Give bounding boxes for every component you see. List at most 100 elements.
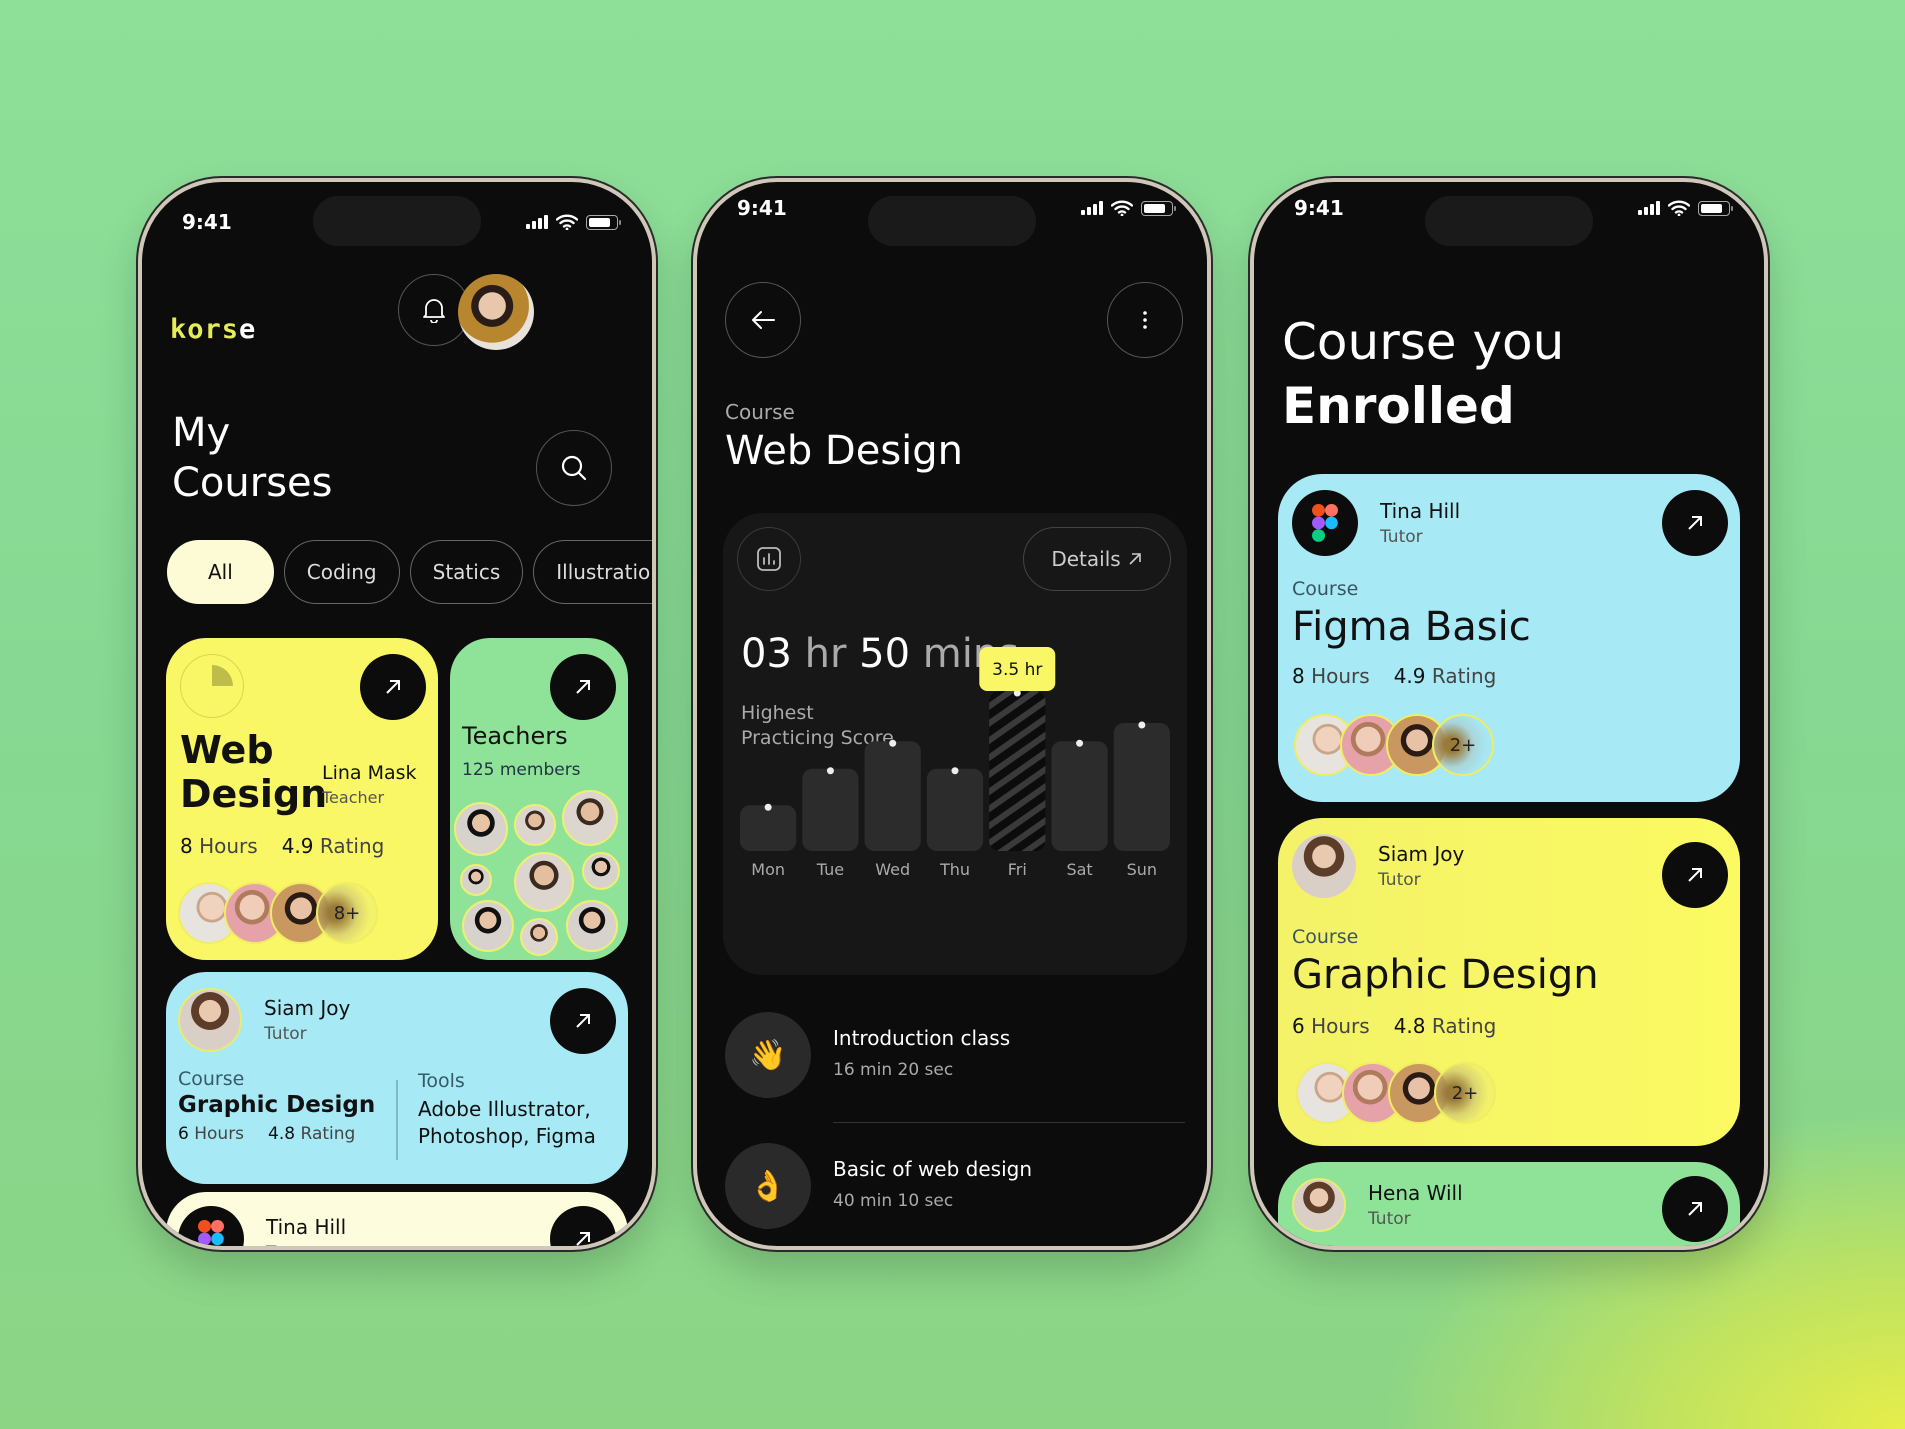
course-card-web-design[interactable]: Web Design Lina Mask Teacher 8 Hours 4.9 … xyxy=(166,638,438,960)
profile-avatar[interactable] xyxy=(458,274,534,350)
battery-icon xyxy=(1698,200,1733,216)
course-title: Web Design xyxy=(180,728,328,816)
bar-wed[interactable] xyxy=(864,741,921,851)
course-label: Course xyxy=(1292,578,1359,600)
x-tick-label: Sun xyxy=(1127,860,1157,879)
more-options-button[interactable] xyxy=(1107,282,1183,358)
search-button[interactable] xyxy=(536,430,612,506)
course-card-tina-hill[interactable]: Tina HillTutor xyxy=(166,1192,628,1246)
bar-marker-dot xyxy=(951,767,959,775)
bar-sat[interactable] xyxy=(1051,741,1108,851)
tutor-header: Hena Will Tutor xyxy=(1292,1178,1463,1232)
divider xyxy=(833,1122,1185,1123)
figma-logo-icon xyxy=(178,1206,244,1246)
bar-sun[interactable] xyxy=(1113,723,1170,851)
x-tick-label: Wed xyxy=(875,860,910,879)
status-bar: 9:41 xyxy=(182,210,621,234)
tutor-header: Tina HillTutor xyxy=(178,1206,346,1246)
arrow-up-right-icon xyxy=(576,1232,590,1246)
course-title: Web Design xyxy=(725,428,964,474)
course-stats: 8 Hours 4.9 Rating xyxy=(180,834,385,858)
arrow-up-right-icon xyxy=(1688,1202,1702,1216)
teacher-avatar xyxy=(460,864,492,896)
tutor-avatar xyxy=(1292,1178,1346,1232)
tools-info: Tools Adobe Illustrator, Photoshop, Figm… xyxy=(418,1070,596,1148)
page-title: Course you Enrolled xyxy=(1282,313,1565,435)
enrolled-card-figma-basic[interactable]: Tina Hill Tutor Course Figma Basic 8 Hour… xyxy=(1278,474,1740,802)
lesson-title: Introduction class xyxy=(833,1026,1011,1050)
students-avatars: 2+ xyxy=(1294,714,1494,776)
back-button[interactable] xyxy=(725,282,801,358)
progress-pie-icon xyxy=(180,654,244,718)
status-time: 9:41 xyxy=(182,210,232,234)
teacher-avatar xyxy=(514,804,556,846)
teacher-avatar xyxy=(582,852,620,890)
teacher-avatar xyxy=(566,900,618,952)
open-course-button[interactable] xyxy=(360,654,426,720)
open-course-button[interactable] xyxy=(1662,1176,1728,1242)
practice-bar-chart: Mon Tue Wed Thu Fri 3.5 hr Sat Sun xyxy=(740,647,1170,879)
bar-fri[interactable] xyxy=(989,691,1046,851)
teacher-avatar xyxy=(514,852,574,912)
filter-all[interactable]: All xyxy=(167,540,274,604)
x-tick-label: Tue xyxy=(816,860,844,879)
teachers-card[interactable]: Teachers 125 members xyxy=(450,638,628,960)
bar-value-tooltip: 3.5 hr xyxy=(979,647,1056,691)
more-students-badge: 2+ xyxy=(1432,714,1494,776)
figma-logo-icon xyxy=(1292,490,1358,556)
battery-icon xyxy=(586,214,621,230)
open-course-button[interactable] xyxy=(1662,490,1728,556)
status-time: 9:41 xyxy=(1294,196,1344,220)
lesson-duration: 40 min 10 sec xyxy=(833,1191,954,1211)
lesson-title: Basic of web design xyxy=(833,1157,1033,1181)
signal-icon xyxy=(526,215,548,229)
enrolled-card-graphic-design[interactable]: Siam Joy Tutor Course Graphic Design 6 Ho… xyxy=(1278,818,1740,1146)
x-tick-label: Thu xyxy=(939,860,970,879)
x-tick-label: Fri xyxy=(1008,860,1027,879)
enrolled-card-hena-will[interactable]: Hena Will Tutor xyxy=(1278,1162,1740,1246)
battery-icon xyxy=(1141,200,1176,216)
filter-statics[interactable]: Statics xyxy=(409,540,524,604)
bar-thu[interactable] xyxy=(926,768,984,851)
filter-coding[interactable]: Coding xyxy=(283,540,400,604)
course-card-graphic-design[interactable]: Siam Joy Tutor Course Graphic Design 6 Ho… xyxy=(166,972,628,1184)
more-students-badge: 2+ xyxy=(1434,1062,1496,1124)
status-bar: 9:41 xyxy=(1294,196,1733,220)
status-bar: 9:41 xyxy=(737,196,1176,220)
teacher-avatar xyxy=(454,802,508,856)
course-title: Graphic Design xyxy=(1292,952,1599,998)
app-logo: korse xyxy=(170,314,257,345)
x-tick-label: Mon xyxy=(751,860,785,879)
tutor-header: Siam Joy Tutor xyxy=(178,988,350,1052)
tutor-header: Siam Joy Tutor xyxy=(1292,834,1464,898)
course-title: Figma Basic xyxy=(1292,604,1531,650)
teacher-info: Lina Mask Teacher xyxy=(322,762,417,807)
x-tick-label: Sat xyxy=(1066,860,1092,879)
bar-mon[interactable] xyxy=(740,805,797,851)
bar-marker-dot xyxy=(1076,739,1084,747)
filter-illustration[interactable]: Illustration xyxy=(533,540,652,604)
bell-icon xyxy=(423,299,445,323)
page-title: My Courses xyxy=(172,410,333,506)
students-avatars: 8+ xyxy=(178,882,378,944)
bar-tue[interactable] xyxy=(802,768,859,851)
signal-icon xyxy=(1638,201,1660,215)
more-students-badge: 8+ xyxy=(316,882,378,944)
open-course-button[interactable] xyxy=(1662,842,1728,908)
arrow-up-right-icon xyxy=(576,680,590,694)
lesson-item[interactable]: 👌 Basic of web design 40 min 10 sec xyxy=(725,1143,1185,1246)
arrow-up-right-icon xyxy=(576,1014,590,1028)
arrow-up-right-icon xyxy=(1688,516,1702,530)
teachers-title: Teachers xyxy=(462,722,568,750)
arrow-left-icon xyxy=(752,311,775,329)
teacher-avatar xyxy=(462,900,514,952)
open-course-button[interactable] xyxy=(550,988,616,1054)
open-course-button[interactable] xyxy=(550,1206,616,1246)
divider xyxy=(396,1080,398,1160)
open-teachers-button[interactable] xyxy=(550,654,616,720)
bar-marker-dot xyxy=(826,767,834,775)
lesson-item[interactable]: 👋 Introduction class 16 min 20 sec xyxy=(725,1012,1185,1123)
practice-chart-card: Details 03 hr 50 mins Highest Practicing … xyxy=(723,513,1187,975)
wifi-icon xyxy=(1668,200,1690,216)
bar-marker-dot xyxy=(764,803,772,811)
